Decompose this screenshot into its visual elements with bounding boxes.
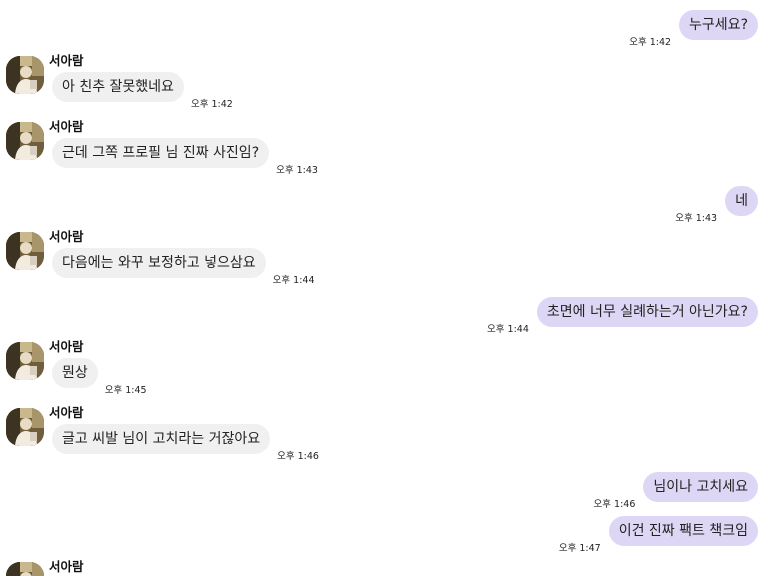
sender-name: 서아람 xyxy=(49,229,84,244)
message-bubble[interactable]: 님이나 고치세요 xyxy=(643,472,758,502)
message-bubble[interactable]: 네 xyxy=(725,186,758,216)
outgoing-message: 오후 1:47 이건 진짜 팩트 책크임 xyxy=(559,516,758,554)
message-time: 오후 1:46 xyxy=(277,451,319,462)
message-bubble[interactable]: 다음에는 와꾸 보정하고 넣으삼요 xyxy=(52,248,266,278)
sender-name: 서아람 xyxy=(49,119,84,134)
avatar[interactable] xyxy=(6,342,44,380)
message-bubble[interactable]: 이건 진짜 팩트 책크임 xyxy=(608,516,758,546)
message-time: 오후 1:45 xyxy=(104,385,147,396)
outgoing-message: 오후 1:46 님이나 고치세요 xyxy=(594,472,758,510)
outgoing-message: 오후 1:44 초면에 너무 실례하는거 아닌가요? xyxy=(487,297,758,335)
avatar[interactable] xyxy=(6,122,44,160)
message-bubble[interactable]: 글고 씨발 님이 고치라는 거잖아요 xyxy=(52,424,271,454)
sender-name: 서아람 xyxy=(49,559,84,574)
message-time: 오후 1:47 xyxy=(558,543,601,554)
avatar[interactable] xyxy=(6,56,44,94)
message-time: 오후 1:46 xyxy=(593,499,636,510)
outgoing-message: 오후 1:43 네 xyxy=(675,186,758,224)
avatar[interactable] xyxy=(6,232,44,270)
chat-thread[interactable]: 오후 1:42 누구세요? 서아람 아 친추 잘못했네요 오후 1:42 서아람… xyxy=(0,0,768,576)
message-bubble[interactable]: 근데 그쪽 프로필 님 진짜 사진임? xyxy=(52,138,270,168)
sender-name: 서아람 xyxy=(49,405,84,420)
message-bubble[interactable]: 초면에 너무 실례하는거 아닌가요? xyxy=(536,297,758,327)
message-bubble[interactable]: 누구세요? xyxy=(679,10,758,40)
message-bubble[interactable]: 뭔상 xyxy=(52,358,98,388)
avatar[interactable] xyxy=(6,562,44,576)
message-time: 오후 1:42 xyxy=(629,37,672,48)
sender-name: 서아람 xyxy=(49,53,84,68)
sender-name: 서아람 xyxy=(49,339,84,354)
message-time: 오후 1:44 xyxy=(487,324,529,335)
message-time: 오후 1:43 xyxy=(276,165,318,176)
outgoing-message: 오후 1:42 누구세요? xyxy=(629,10,758,48)
message-bubble[interactable]: 아 친추 잘못했네요 xyxy=(52,72,184,102)
message-time: 오후 1:42 xyxy=(190,99,233,110)
avatar[interactable] xyxy=(6,408,44,446)
message-time: 오후 1:44 xyxy=(272,275,315,286)
message-time: 오후 1:43 xyxy=(675,213,718,224)
